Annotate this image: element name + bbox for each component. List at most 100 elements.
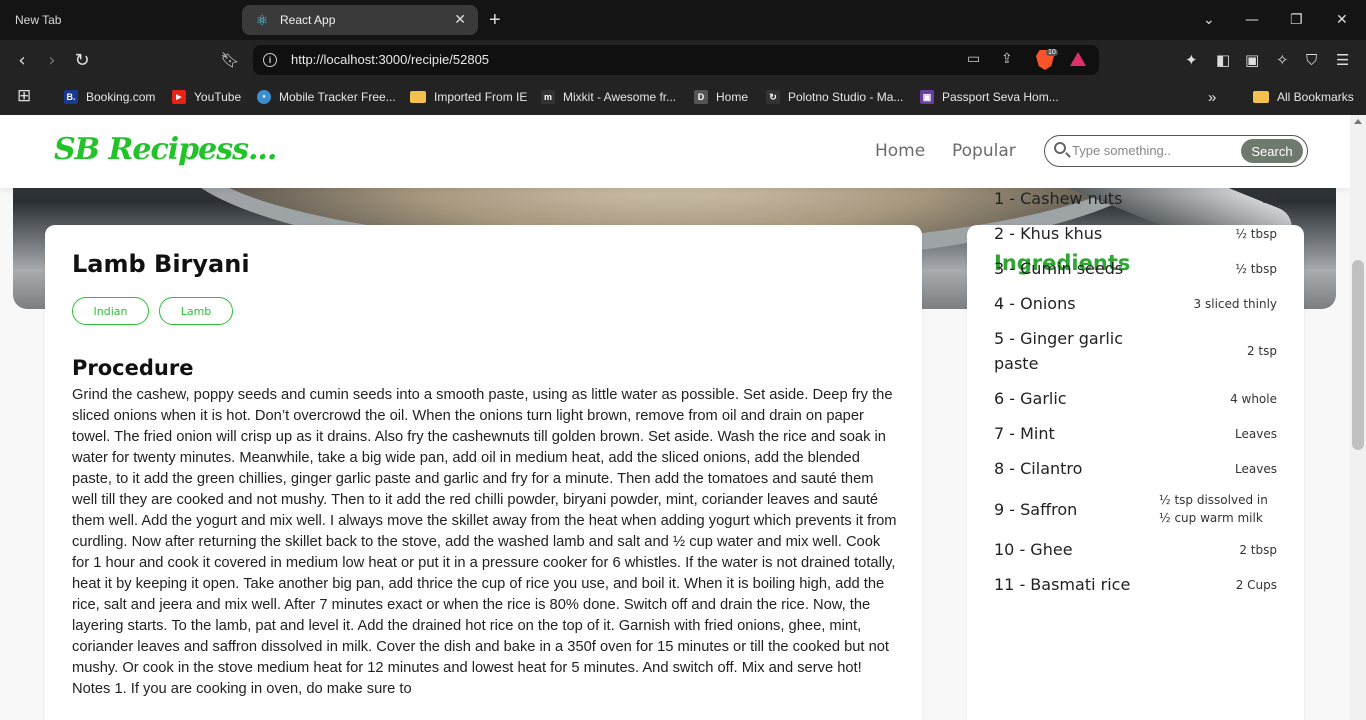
ingredient-row: 1 - Cashew nuts 12 bbox=[994, 186, 1277, 211]
search-form: Type something.. Search bbox=[1044, 135, 1308, 167]
nav-popular-link[interactable]: Popular bbox=[952, 141, 1016, 161]
page-scrollbar[interactable] bbox=[1350, 115, 1366, 720]
nav-home-link[interactable]: Home bbox=[875, 141, 925, 161]
ingredient-quantity: Leaves bbox=[1235, 461, 1277, 476]
home-site-icon: D bbox=[694, 90, 708, 104]
bookmark-icon[interactable]: 🔖︎ bbox=[218, 48, 242, 72]
bookmark-polotno[interactable]: ↻ Polotno Studio - Ma... bbox=[766, 87, 903, 107]
tab-title: React App bbox=[280, 13, 336, 27]
ingredient-quantity: ½ tbsp bbox=[1235, 226, 1277, 241]
ingredient-quantity: 3 sliced thinly bbox=[1193, 296, 1277, 311]
ingredient-row: 11 - Basmati rice 2 Cups bbox=[994, 572, 1277, 597]
brave-rewards-icon[interactable] bbox=[1070, 52, 1086, 66]
ingredients-card: Ingredients 1 - Cashew nuts 12 2 - Khus kh… bbox=[967, 189, 1304, 720]
bookmark-mobile-tracker[interactable]: ● Mobile Tracker Free... bbox=[257, 87, 396, 107]
browser-tab-bar: New Tab ⚛ React App ✕ + ⌄ — ❐ ✕ bbox=[0, 0, 1366, 40]
sidebar-icon[interactable]: ◧ bbox=[1216, 51, 1230, 69]
tag-indian[interactable]: Indian bbox=[72, 297, 149, 325]
tab-new-tab[interactable]: New Tab bbox=[0, 0, 240, 40]
bookmark-youtube[interactable]: ▶ YouTube bbox=[172, 87, 241, 107]
ingredient-row: 7 - Mint Leaves bbox=[994, 421, 1277, 446]
ingredient-quantity: ½ tbsp bbox=[1235, 261, 1277, 276]
forward-button[interactable]: › bbox=[40, 48, 64, 72]
site-navbar: SB Recipess... Home Popular Type somethi… bbox=[0, 115, 1350, 188]
wallet-icon[interactable]: ▣ bbox=[1245, 51, 1259, 69]
all-bookmarks-folder[interactable]: All Bookmarks bbox=[1253, 87, 1354, 107]
cast-icon[interactable]: ▭ bbox=[967, 51, 980, 67]
menu-icon[interactable]: ☰ bbox=[1336, 51, 1349, 69]
search-input[interactable]: Type something.. bbox=[1072, 143, 1171, 158]
folder-icon bbox=[410, 91, 426, 103]
tag-lamb[interactable]: Lamb bbox=[159, 297, 233, 325]
url-text[interactable]: http://localhost:3000/recipie/52805 bbox=[291, 52, 489, 67]
bookmark-label: YouTube bbox=[194, 90, 242, 104]
ingredient-row: 4 - Onions 3 sliced thinly bbox=[994, 291, 1277, 316]
ingredient-row: 9 - Saffron ½ tsp dissolved in ½ cup warm… bbox=[994, 489, 1277, 529]
bookmark-label: Mixkit - Awesome fr... bbox=[563, 90, 677, 104]
leo-ai-icon[interactable]: ✧ bbox=[1276, 51, 1289, 69]
search-button[interactable]: Search bbox=[1241, 139, 1303, 163]
ingredient-row: 5 - Ginger garlic paste 2 tsp bbox=[994, 326, 1277, 376]
tab-search-chevron-icon[interactable]: ⌄ bbox=[1203, 0, 1215, 40]
ingredient-row: 6 - Garlic 4 whole bbox=[994, 386, 1277, 411]
ingredient-quantity: 4 whole bbox=[1230, 391, 1277, 406]
apps-grid-icon[interactable]: ⊞ bbox=[17, 86, 31, 106]
folder-icon bbox=[1253, 91, 1269, 103]
vpn-shield-icon[interactable]: ⛉ bbox=[1306, 51, 1317, 69]
new-tab-button[interactable]: + bbox=[489, 9, 501, 32]
recipe-title: Lamb Biryani bbox=[72, 250, 250, 278]
bookmark-label: Home bbox=[716, 90, 749, 104]
site-info-icon[interactable]: i bbox=[263, 53, 277, 67]
passport-seva-icon: ▣ bbox=[920, 90, 934, 104]
ingredient-quantity: Leaves bbox=[1235, 426, 1277, 441]
booking-icon: B. bbox=[64, 90, 78, 104]
bookmark-label: Imported From IE bbox=[434, 90, 528, 104]
bookmark-folder-imported[interactable]: Imported From IE bbox=[410, 87, 527, 107]
bookmarks-overflow-chevron-icon[interactable]: » bbox=[1208, 87, 1216, 107]
ingredient-quantity: 2 tsp bbox=[1246, 344, 1277, 358]
scrollbar-thumb[interactable] bbox=[1352, 260, 1364, 450]
site-logo[interactable]: SB Recipess... bbox=[54, 132, 277, 167]
bookmark-mixkit[interactable]: m Mixkit - Awesome fr... bbox=[541, 87, 676, 107]
close-icon[interactable]: ✕ bbox=[454, 11, 466, 28]
ingredient-row: 8 - Cilantro Leaves bbox=[994, 456, 1277, 481]
reload-button[interactable]: ↻ bbox=[70, 48, 94, 72]
page-viewport: SB Recipess... Home Popular Type somethi… bbox=[0, 115, 1350, 720]
procedure-text: Grind the cashew, poppy seeds and cumin … bbox=[72, 387, 897, 697]
scroll-up-arrow-icon[interactable] bbox=[1354, 119, 1362, 124]
ingredient-name: 4 - Onions bbox=[994, 294, 1076, 313]
mixkit-icon: m bbox=[541, 90, 555, 104]
bookmark-label: All Bookmarks bbox=[1277, 90, 1354, 104]
recipe-card: Lamb Biryani Indian Lamb Procedure Grind… bbox=[45, 225, 922, 720]
close-window-button[interactable]: ✕ bbox=[1336, 0, 1348, 40]
minimize-button[interactable]: — bbox=[1245, 0, 1259, 40]
youtube-icon: ▶ bbox=[172, 90, 186, 104]
bookmark-passport-seva[interactable]: ▣ Passport Seva Hom... bbox=[920, 87, 1059, 107]
extensions-icon[interactable]: ✦ bbox=[1185, 51, 1198, 69]
ingredient-name: 3 - Cumin seeds bbox=[994, 259, 1124, 278]
bookmark-label: Mobile Tracker Free... bbox=[279, 90, 396, 104]
ingredient-name: 5 - Ginger garlic paste bbox=[994, 329, 1123, 373]
ingredient-name: 2 - Khus khus bbox=[994, 224, 1103, 243]
ingredient-row: 2 - Khus khus ½ tbsp bbox=[994, 221, 1277, 246]
ingredient-quantity: 2 Cups bbox=[1235, 577, 1277, 592]
bookmark-home[interactable]: D Home bbox=[694, 87, 748, 107]
ingredient-name: 7 - Mint bbox=[994, 424, 1055, 443]
tab-title: New Tab bbox=[15, 13, 62, 27]
polotno-icon: ↻ bbox=[766, 90, 780, 104]
ingredient-row: 3 - Cumin seeds ½ tbsp bbox=[994, 256, 1277, 281]
bookmark-label: Booking.com bbox=[86, 90, 156, 104]
address-bar[interactable]: i http://localhost:3000/recipie/52805 ▭ … bbox=[253, 45, 1099, 75]
ingredient-quantity: ½ tsp dissolved in ½ cup warm milk bbox=[1159, 493, 1268, 525]
back-button[interactable]: ‹ bbox=[10, 48, 34, 72]
react-icon: ⚛ bbox=[255, 11, 269, 28]
ingredient-quantity: 2 tbsp bbox=[1239, 542, 1277, 557]
restore-button[interactable]: ❐ bbox=[1290, 0, 1303, 40]
ingredient-row: 10 - Ghee 2 tbsp bbox=[994, 537, 1277, 562]
tab-react-app[interactable]: ⚛ React App ✕ bbox=[242, 5, 478, 35]
ingredient-name: 1 - Cashew nuts bbox=[994, 189, 1123, 208]
bookmark-label: Polotno Studio - Ma... bbox=[788, 90, 904, 104]
ingredient-name: 10 - Ghee bbox=[994, 540, 1073, 559]
share-icon[interactable]: ⇪ bbox=[1001, 51, 1013, 67]
bookmark-booking[interactable]: B. Booking.com bbox=[64, 87, 155, 107]
